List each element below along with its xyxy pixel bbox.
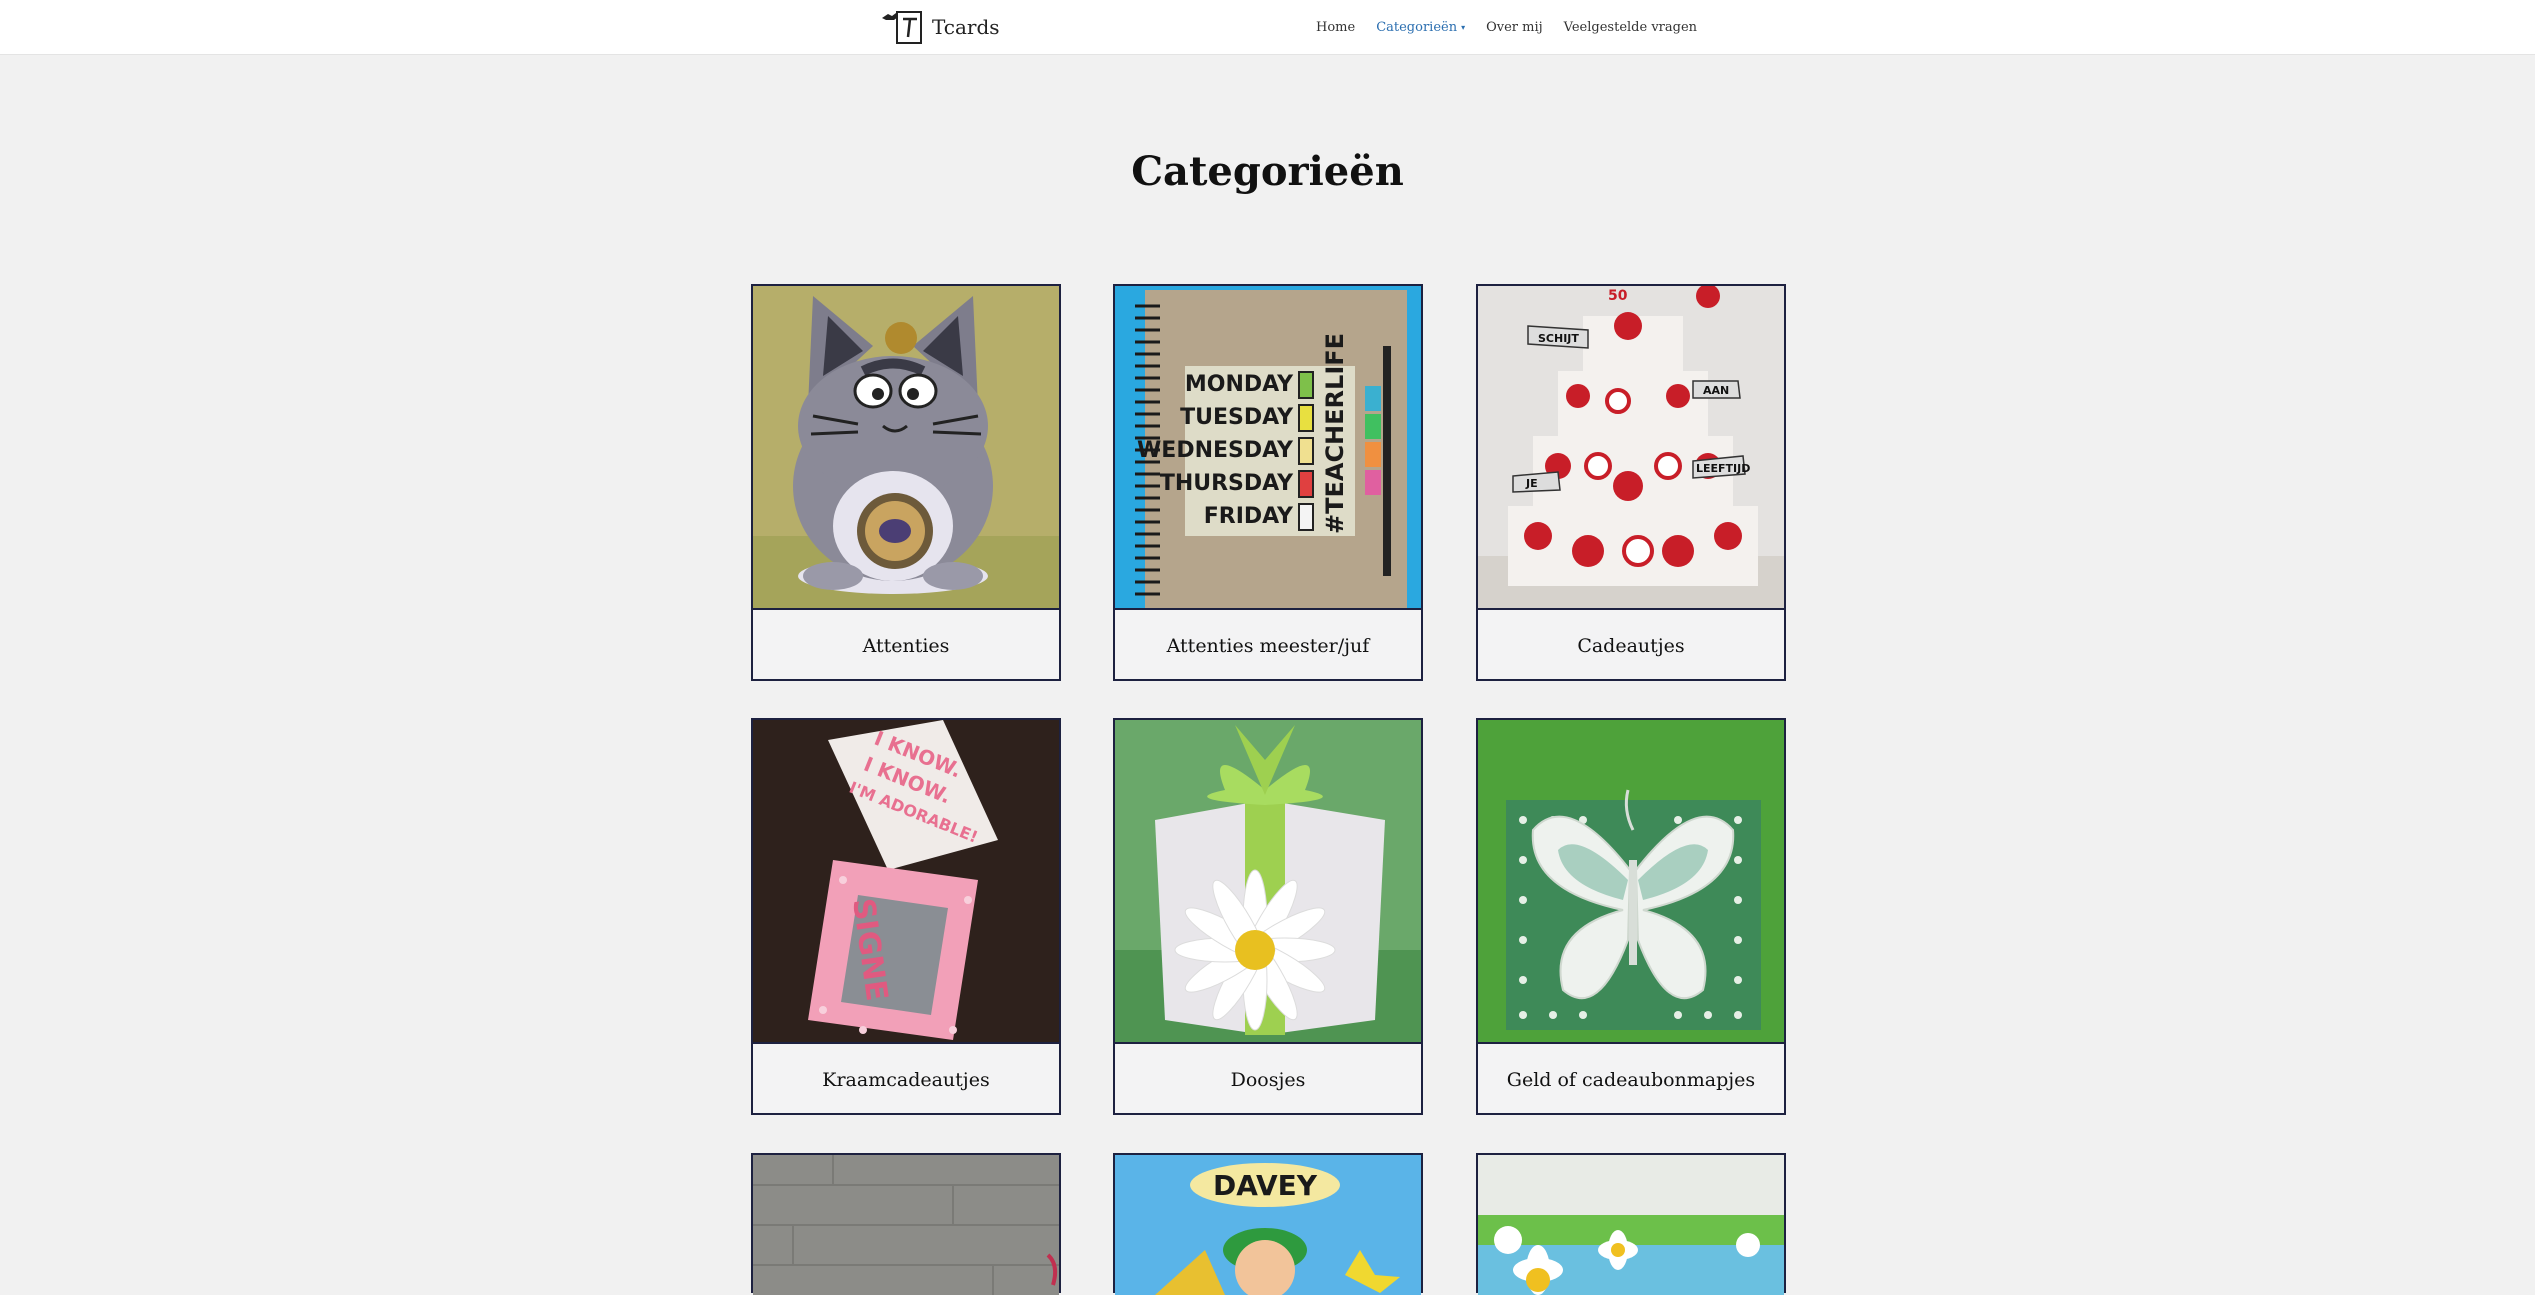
cake-flag: LEEFTIJD [1696,462,1750,475]
category-label: Kraamcadeautjes [822,1068,990,1091]
site-header: Tcards Home Categorieën ▾ Over mij Veelg… [0,0,2535,55]
notebook-day: WEDNESDAY [1137,438,1294,463]
notebook-day: TUESDAY [1180,405,1294,430]
daisy-box-illustration [1115,720,1421,1042]
category-image-cake: SCHIJT AAN JE LEEFTIJD 50 [1478,286,1784,610]
pink-box-illustration: I KNOW. I KNOW. I'M ADORABLE! SIGNE [753,720,1059,1042]
category-label: Geld of cadeaubonmapjes [1506,1068,1756,1091]
cake-flag: AAN [1703,384,1729,397]
notebook-day: THURSDAY [1160,471,1294,496]
category-label: Attenties meester/juf [1166,634,1370,657]
cake-flag: JE [1525,477,1538,490]
chevron-down-icon: ▾ [1461,23,1466,32]
notebook-illustration: MONDAY TUESDAY WEDNESDAY THURSDAY FRIDAY… [1115,286,1421,608]
category-card-attenties-meester-juf[interactable]: MONDAY TUESDAY WEDNESDAY THURSDAY FRIDAY… [1113,284,1423,681]
nav-categorieen[interactable]: Categorieën ▾ [1376,20,1465,35]
wood-floor-illustration [753,1155,1059,1295]
category-card-cadeautjes[interactable]: SCHIJT AAN JE LEEFTIJD 50 Cadeautjes [1476,284,1786,681]
category-image-wood-floor [753,1155,1059,1295]
category-image-pink-box: I KNOW. I KNOW. I'M ADORABLE! SIGNE [753,720,1059,1044]
nav-home[interactable]: Home [1316,20,1355,35]
category-card-kraamcadeautjes[interactable]: I KNOW. I KNOW. I'M ADORABLE! SIGNE Kraa… [751,718,1061,1115]
nav-veelgestelde-vragen[interactable]: Veelgestelde vragen [1564,20,1697,35]
category-image-butterfly [1478,720,1784,1044]
luigi-text: DAVEY [1213,1169,1318,1202]
page-title: Categorieën [1131,148,1404,195]
category-image-luigi: DAVEY [1115,1155,1421,1295]
tcards-logo-icon [882,11,922,44]
nav-categorieen-label: Categorieën [1376,20,1458,35]
category-card-geld-of-cadeaubonmapjes[interactable]: Geld of cadeaubonmapjes [1476,718,1786,1115]
category-card-attenties[interactable]: Attenties [751,284,1061,681]
luigi-illustration: DAVEY [1115,1155,1421,1295]
category-card-partial[interactable]: DAVEY [1113,1153,1423,1295]
notebook-hashtag: #TEACHERLIFE [1321,333,1349,534]
category-card-doosjes[interactable]: Doosjes [1113,718,1423,1115]
category-label: Doosjes [1230,1068,1306,1091]
category-card-partial[interactable] [751,1153,1061,1295]
category-label: Cadeautjes [1577,634,1685,657]
brand[interactable]: Tcards [880,7,1000,47]
butterfly-illustration [1478,720,1784,1042]
cake-illustration: SCHIJT AAN JE LEEFTIJD 50 [1478,286,1784,608]
notebook-day: MONDAY [1185,372,1294,397]
category-card-partial[interactable] [1476,1153,1786,1295]
cat-illustration [753,286,1059,608]
category-image-flowers [1478,1155,1784,1295]
flowers-illustration [1478,1155,1784,1295]
category-image-notebook: MONDAY TUESDAY WEDNESDAY THURSDAY FRIDAY… [1115,286,1421,610]
category-image-cat [753,286,1059,610]
brand-name: Tcards [932,15,1000,39]
notebook-day: FRIDAY [1204,504,1294,529]
category-label: Attenties [862,634,950,657]
nav-over-mij[interactable]: Over mij [1486,20,1543,35]
cake-flag: SCHIJT [1538,332,1579,345]
cake-number: 50 [1608,288,1628,304]
main-nav: Home Categorieën ▾ Over mij Veelgestelde… [1316,0,1718,55]
category-image-daisy-box [1115,720,1421,1044]
